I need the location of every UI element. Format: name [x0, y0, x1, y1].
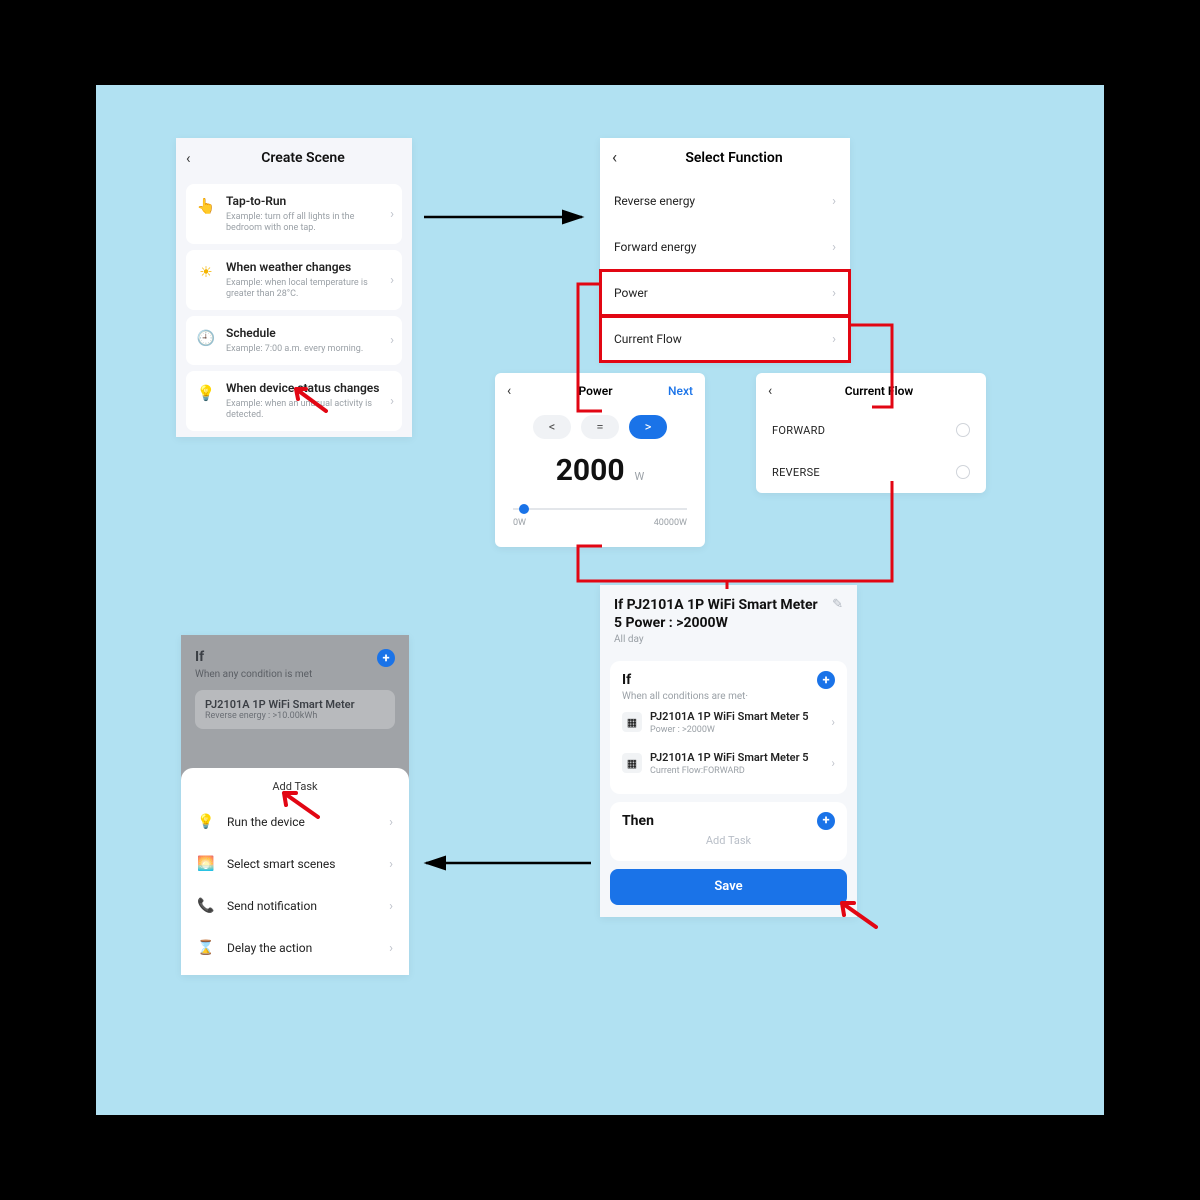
option-title: When weather changes	[226, 260, 382, 276]
function-label: Forward energy	[614, 240, 697, 254]
then-label: Then	[622, 813, 654, 829]
add-task-placeholder[interactable]: Add Task	[622, 830, 835, 851]
function-reverse-energy[interactable]: Reverse energy ›	[600, 178, 850, 224]
add-task-button[interactable]: +	[817, 812, 835, 830]
condition-row[interactable]: ▦ PJ2101A 1P WiFi Smart Meter 5 Power : …	[622, 702, 835, 743]
if-subtitle: When all conditions are met·	[622, 691, 835, 702]
pointer-arrow-icon	[834, 897, 878, 929]
chevron-right-icon: ›	[389, 899, 393, 914]
edit-icon[interactable]: ✎	[832, 597, 843, 612]
chevron-right-icon: ›	[832, 194, 836, 209]
slider-min: 0W	[513, 518, 526, 528]
save-button[interactable]: Save	[610, 869, 847, 905]
condition-name: PJ2101A 1P WiFi Smart Meter 5	[650, 710, 823, 724]
chevron-right-icon: ›	[389, 941, 393, 956]
device-icon: ▦	[622, 712, 642, 732]
scene-option-weather[interactable]: ☀ When weather changes Example: when loc…	[186, 250, 402, 310]
condition-detail: Current Flow:FORWARD	[650, 766, 823, 776]
back-icon[interactable]: ‹	[507, 383, 523, 399]
condition-row[interactable]: ▦ PJ2101A 1P WiFi Smart Meter 5 Current …	[622, 743, 835, 784]
chevron-right-icon: ›	[389, 857, 393, 872]
back-icon[interactable]: ‹	[186, 149, 204, 167]
task-select-scenes[interactable]: 🌅 Select smart scenes ›	[181, 843, 409, 885]
condition-detail: Power : >2000W	[650, 725, 823, 735]
bulb-icon: 💡	[197, 814, 215, 830]
task-label: Delay the action	[227, 941, 312, 955]
condition-name: PJ2101A 1P WiFi Smart Meter	[205, 698, 385, 711]
if-card: If + When all conditions are met· ▦ PJ21…	[610, 661, 847, 794]
clock-icon: 🕘	[194, 326, 218, 350]
back-icon[interactable]: ‹	[612, 148, 630, 168]
option-desc: Example: 7:00 a.m. every morning.	[226, 344, 382, 355]
bulb-icon: 💡	[194, 381, 218, 405]
radio-icon	[956, 423, 970, 437]
option-title: Schedule	[226, 326, 382, 342]
chevron-right-icon: ›	[390, 333, 394, 348]
add-condition-button[interactable]: +	[377, 649, 395, 667]
pointer-arrow-icon	[276, 787, 320, 819]
op-less-than[interactable]: <	[533, 415, 571, 439]
sun-icon: ☀	[194, 260, 218, 284]
if-label: If	[622, 672, 631, 688]
then-card: Then + Add Task	[610, 802, 847, 861]
scene-title: If PJ2101A 1P WiFi Smart Meter 5 Power :…	[614, 597, 826, 632]
if-subtitle: When any condition is met	[195, 667, 395, 680]
tap-icon: 👆	[194, 194, 218, 218]
task-send-notification[interactable]: 📞 Send notification ›	[181, 885, 409, 927]
task-label: Send notification	[227, 899, 317, 913]
scene-option-schedule[interactable]: 🕘 Schedule Example: 7:00 a.m. every morn…	[186, 316, 402, 365]
task-delay-action[interactable]: ⌛ Delay the action ›	[181, 927, 409, 969]
connector-line	[572, 281, 902, 591]
condition-name: PJ2101A 1P WiFi Smart Meter 5	[650, 751, 823, 765]
scene-option-tap-to-run[interactable]: 👆 Tap-to-Run Example: turn off all light…	[186, 184, 402, 244]
chevron-right-icon: ›	[831, 756, 835, 770]
phone-icon: 📞	[197, 898, 215, 914]
radio-icon	[956, 465, 970, 479]
flow-arrow-icon	[424, 207, 594, 227]
chevron-right-icon: ›	[389, 815, 393, 830]
add-condition-button[interactable]: +	[817, 671, 835, 689]
device-icon: ▦	[622, 753, 642, 773]
condition-detail: Reverse energy : >10.00kWh	[205, 711, 385, 721]
function-forward-energy[interactable]: Forward energy ›	[600, 224, 850, 270]
hourglass-icon: ⌛	[197, 940, 215, 956]
condition-row: PJ2101A 1P WiFi Smart Meter Reverse ener…	[195, 690, 395, 729]
select-function-title: Select Function	[630, 150, 838, 166]
option-title: Tap-to-Run	[226, 194, 382, 210]
chevron-right-icon: ›	[832, 240, 836, 255]
scene-icon: 🌅	[197, 856, 215, 872]
chevron-right-icon: ›	[390, 273, 394, 288]
option-desc: Example: turn off all lights in the bedr…	[226, 212, 382, 235]
scene-detail-panel: If PJ2101A 1P WiFi Smart Meter 5 Power :…	[600, 585, 857, 917]
chevron-right-icon: ›	[831, 715, 835, 729]
chevron-right-icon: ›	[390, 207, 394, 222]
flow-arrow-icon	[416, 853, 596, 873]
if-label: If	[195, 649, 395, 665]
option-desc: Example: when local temperature is great…	[226, 278, 382, 301]
task-label: Select smart scenes	[227, 857, 335, 871]
pointer-arrow-icon	[288, 383, 328, 413]
create-scene-title: Create Scene	[204, 150, 402, 166]
chevron-right-icon: ›	[390, 394, 394, 409]
function-label: Reverse energy	[614, 194, 695, 208]
scene-subtitle: All day	[614, 634, 843, 645]
